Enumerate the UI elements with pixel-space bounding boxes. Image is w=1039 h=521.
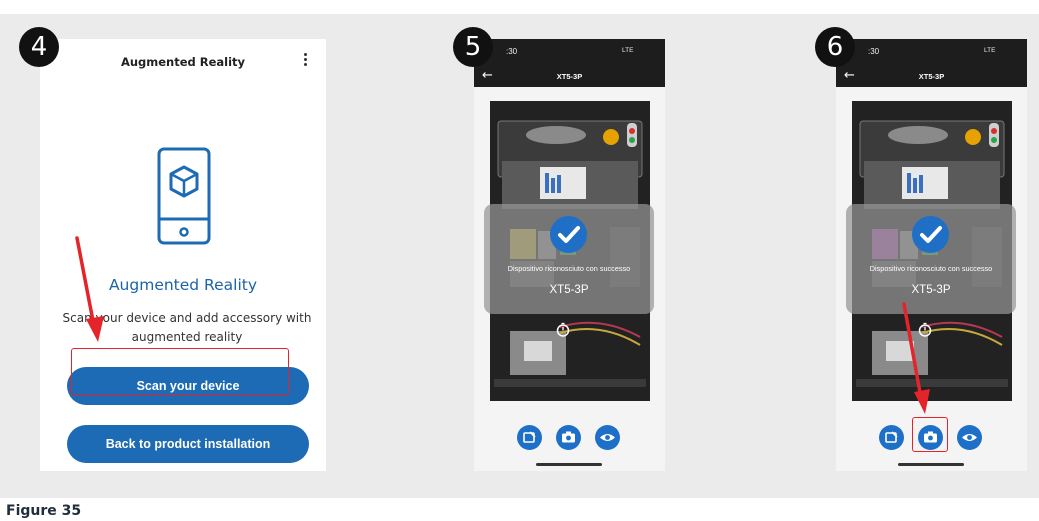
screen-heading: Augmented Reality — [108, 276, 258, 294]
status-bar: :30 LTE ← XT5-3P — [474, 39, 665, 87]
edit-icon[interactable] — [517, 425, 542, 450]
checkmark-icon — [550, 216, 587, 253]
status-network: LTE — [622, 47, 634, 54]
status-network: LTE — [984, 47, 996, 54]
stopwatch-icon — [556, 322, 570, 337]
step-number-badge: 4 — [19, 27, 59, 67]
recognition-overlay: Dispositivo riconosciuto con successo XT… — [484, 204, 654, 314]
eye-icon[interactable] — [595, 425, 620, 450]
kebab-menu-icon[interactable] — [303, 53, 309, 67]
success-message: Dispositivo riconosciuto con successo — [869, 264, 993, 273]
status-time: :30 — [506, 47, 518, 56]
phone-screen-device-recognized: :30 LTE ← XT5-3P Dispositivo riconosciut… — [836, 39, 1027, 471]
step-number-badge: 5 — [453, 27, 493, 67]
figure-caption: Figure 35 — [6, 503, 82, 519]
step-number-badge: 6 — [815, 27, 855, 67]
header-title: Augmented Reality — [120, 55, 246, 69]
device-model-label: XT5-3P — [911, 284, 951, 296]
phone-screen-device-recognized: :30 LTE ← XT5-3P Dispositivo riconosciut… — [474, 39, 665, 471]
home-indicator — [898, 463, 964, 466]
edit-icon[interactable] — [879, 425, 904, 450]
back-to-installation-button[interactable]: Back to product installation — [67, 425, 309, 463]
screen-title: XT5-3P — [918, 72, 945, 81]
highlight-box — [912, 417, 948, 452]
ar-phone-cube-icon — [157, 147, 211, 245]
checkmark-icon — [912, 216, 949, 253]
success-message: Dispositivo riconosciuto con successo — [507, 264, 631, 273]
screen-description: Scan your device and add accessory with … — [62, 311, 312, 344]
status-time: :30 — [868, 47, 880, 56]
highlight-box — [71, 348, 289, 395]
home-indicator — [536, 463, 602, 466]
figure-area: Augmented Reality Augmented Reality Scan… — [0, 14, 1039, 498]
recognition-overlay: Dispositivo riconosciuto con successo XT… — [846, 204, 1016, 314]
camera-icon[interactable] — [556, 425, 581, 450]
phone-screen-augmented-reality: Augmented Reality Augmented Reality Scan… — [40, 39, 326, 471]
device-model-label: XT5-3P — [549, 284, 589, 296]
app-header: Augmented Reality — [40, 39, 326, 83]
eye-icon[interactable] — [957, 425, 982, 450]
status-bar: :30 LTE ← XT5-3P — [836, 39, 1027, 87]
screen-title: XT5-3P — [556, 72, 583, 81]
stopwatch-icon — [918, 322, 932, 337]
